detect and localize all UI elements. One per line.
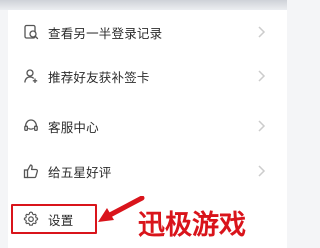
menu-item-label: 查看另一半登录记录 [48, 25, 163, 41]
chevron-right-icon [255, 118, 269, 134]
document-search-icon [22, 23, 40, 41]
menu-item-label: 推荐好友获补签卡 [48, 69, 150, 85]
top-gradient-bar [0, 0, 287, 10]
menu-item-customer-service[interactable]: 客服中心 [8, 106, 287, 146]
chevron-right-icon [255, 68, 269, 84]
customer-service-icon [22, 117, 40, 135]
menu-item-five-star-rating[interactable]: 给五星好评 [8, 151, 287, 191]
menu-item-label: 给五星好评 [48, 164, 112, 180]
chevron-right-icon [255, 24, 269, 40]
watermark-text: 迅极游戏 [138, 210, 246, 241]
user-add-icon [22, 67, 40, 85]
chevron-right-icon [255, 163, 269, 179]
menu-item-login-records[interactable]: 查看另一半登录记录 [8, 12, 287, 52]
menu-item-label: 客服中心 [48, 119, 99, 135]
menu-item-label: 设置 [48, 212, 74, 228]
menu-item-refer-friends[interactable]: 推荐好友获补签卡 [8, 56, 287, 96]
gear-icon [22, 210, 40, 228]
thumbs-up-icon [22, 162, 40, 180]
